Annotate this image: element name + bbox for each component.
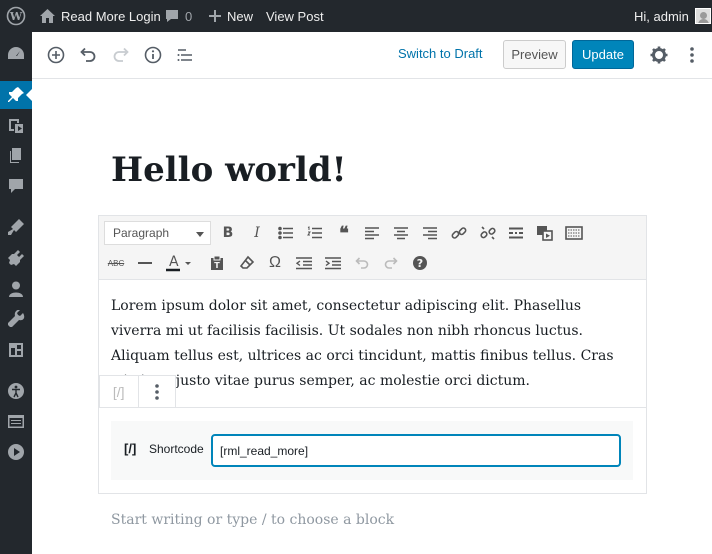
classic-toolbar: Paragraph B I ❝ ABC A T Ω ? (99, 216, 646, 280)
shortcode-block-icon[interactable]: [/] (100, 376, 138, 407)
bold-icon[interactable]: B (217, 222, 239, 244)
svg-text:W: W (9, 10, 23, 23)
editor-header: Switch to Draft Preview Update (32, 32, 712, 79)
align-center-icon[interactable] (390, 222, 412, 244)
strikethrough-icon[interactable]: ABC (105, 252, 127, 274)
shortcode-block[interactable]: [/] Shortcode (98, 408, 647, 494)
blockquote-icon[interactable]: ❝ (333, 222, 355, 244)
block-toolbar: [/] (99, 375, 176, 408)
view-post-link[interactable]: View Post (266, 0, 324, 32)
shortcode-input[interactable] (211, 434, 621, 467)
svg-text:T: T (214, 261, 220, 270)
undo-icon[interactable] (76, 43, 100, 67)
wordpress-icon[interactable]: W (6, 0, 26, 32)
svg-text:?: ? (417, 257, 423, 270)
tools-icon[interactable] (0, 305, 32, 333)
site-name-link[interactable]: Read More Login (40, 0, 161, 32)
outline-icon[interactable] (173, 43, 197, 67)
undo-icon[interactable] (351, 252, 373, 274)
site-name: Read More Login (61, 8, 161, 24)
paste-text-icon[interactable]: T (206, 252, 228, 274)
shortcode-label: Shortcode (149, 442, 204, 456)
dashboard-icon[interactable] (0, 40, 32, 68)
unlink-icon[interactable] (477, 222, 499, 244)
indent-icon[interactable] (322, 252, 344, 274)
align-right-icon[interactable] (419, 222, 441, 244)
shortcode-icon: [/] (124, 441, 137, 456)
layout-icon[interactable] (0, 407, 32, 435)
link-icon[interactable] (448, 222, 470, 244)
numbered-list-icon[interactable] (304, 222, 326, 244)
comments-icon[interactable] (0, 172, 32, 200)
info-icon[interactable] (141, 43, 165, 67)
special-character-icon[interactable]: Ω (264, 252, 286, 274)
update-button[interactable]: Update (572, 40, 634, 69)
redo-icon[interactable] (380, 252, 402, 274)
post-title[interactable]: Hello world! (111, 150, 347, 190)
horizontal-line-icon[interactable] (134, 252, 156, 274)
play-icon[interactable] (0, 438, 32, 466)
settings-icon[interactable] (0, 336, 32, 364)
add-block-icon[interactable] (44, 43, 68, 67)
greeting: Hi, admin (634, 8, 689, 24)
classic-block[interactable]: Paragraph B I ❝ ABC A T Ω ? Lorem ipsum … (98, 215, 647, 408)
plus-icon (209, 10, 221, 22)
default-block-appender[interactable]: Start writing or type / to choose a bloc… (111, 512, 394, 528)
format-select[interactable]: Paragraph (104, 221, 211, 245)
pin-icon[interactable] (0, 81, 32, 109)
comment-icon (165, 9, 179, 23)
outdent-icon[interactable] (293, 252, 315, 274)
text-color-icon[interactable]: A (162, 252, 194, 274)
more-options-icon[interactable] (137, 376, 176, 407)
toolbar-toggle-icon[interactable] (563, 222, 585, 244)
new-label: New (227, 8, 254, 24)
shortcode-container: [/] Shortcode (111, 421, 633, 480)
my-account-link[interactable]: Hi, admin (634, 0, 711, 32)
help-icon[interactable]: ? (409, 252, 431, 274)
read-more-icon[interactable] (505, 222, 527, 244)
admin-bar: W Read More Login 0 New View Post Hi, ad… (0, 0, 712, 32)
pages-icon[interactable] (0, 142, 32, 170)
paragraph-text[interactable]: Lorem ipsum dolor sit amet, consectetur … (111, 294, 631, 394)
more-icon[interactable] (680, 43, 704, 67)
comments-link[interactable]: 0 (165, 0, 192, 32)
admin-side-menu (0, 32, 32, 554)
plugins-icon[interactable] (0, 244, 32, 272)
appearance-icon[interactable] (0, 213, 32, 241)
italic-icon[interactable]: I (246, 222, 268, 244)
svg-text:A: A (169, 254, 179, 270)
users-icon[interactable] (0, 275, 32, 303)
redo-icon[interactable] (109, 43, 133, 67)
home-icon (40, 9, 55, 23)
clear-formatting-icon[interactable] (236, 252, 258, 274)
preview-button[interactable]: Preview (503, 40, 566, 69)
switch-to-draft-link[interactable]: Switch to Draft (398, 46, 483, 61)
bullet-list-icon[interactable] (275, 222, 297, 244)
comments-count: 0 (185, 8, 193, 24)
avatar (694, 8, 711, 24)
media-icon[interactable] (0, 112, 32, 140)
accessibility-icon[interactable] (0, 377, 32, 405)
new-content-link[interactable]: New (209, 0, 253, 32)
gear-icon[interactable] (647, 43, 671, 67)
media-icon[interactable] (534, 222, 556, 244)
align-left-icon[interactable] (361, 222, 383, 244)
